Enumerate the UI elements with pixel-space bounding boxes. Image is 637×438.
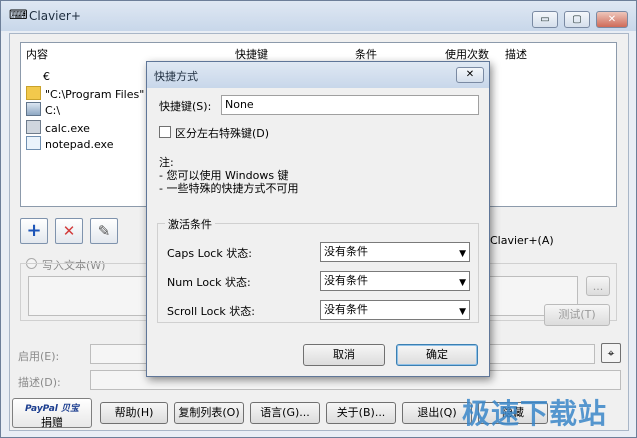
help-button[interactable]: 帮助(H) [100, 402, 168, 424]
title-bar[interactable]: ⌨ Clavier+ ▭ ▢ ✕ [1, 1, 636, 31]
num-lock-select[interactable]: 没有条件 ▼ [320, 271, 470, 291]
drive-icon [26, 102, 41, 116]
column-header-condition[interactable]: 条件 [355, 46, 377, 62]
folder-icon [26, 86, 41, 100]
ok-button[interactable]: 确定 [396, 344, 478, 366]
paypal-logo: PayPal 贝宝 [25, 404, 79, 414]
distinguish-checkbox[interactable] [159, 126, 171, 138]
description-label: 描述(D): [18, 376, 61, 389]
scroll-lock-label: Scroll Lock 状态: [167, 305, 255, 318]
scroll-lock-select[interactable]: 没有条件 ▼ [320, 300, 470, 320]
paypal-donate-button[interactable]: PayPal 贝宝 捐赠 [12, 398, 92, 429]
shortcut-dialog: 快捷方式 ✕ 快捷键(S): None 区分左右特殊键(D) 注: - 您可以使… [146, 61, 490, 377]
column-header-count[interactable]: 使用次数 [445, 46, 489, 62]
shortcut-label: 快捷键(S): [159, 100, 212, 113]
dialog-close-button[interactable]: ✕ [456, 67, 484, 83]
list-item[interactable]: calc.exe [26, 120, 90, 136]
dialog-title-bar[interactable]: 快捷方式 ✕ [147, 62, 489, 88]
add-button[interactable]: + [20, 218, 48, 244]
column-header-content[interactable]: 内容 [26, 46, 48, 62]
language-button[interactable]: 语言(G)... [250, 402, 320, 424]
activation-title: 激活条件 [165, 216, 215, 232]
minimize-button[interactable]: ▭ [532, 11, 558, 28]
notepad-icon [26, 136, 41, 150]
target-icon[interactable]: ⌖ [601, 343, 621, 363]
calculator-icon [26, 120, 41, 134]
browse-button[interactable]: ... [586, 276, 610, 296]
list-item[interactable]: C:\ [26, 102, 60, 118]
dialog-title: 快捷方式 [154, 70, 198, 83]
cancel-button[interactable]: 取消 [303, 344, 385, 366]
chevron-down-icon: ▼ [459, 278, 466, 288]
chevron-down-icon: ▼ [459, 307, 466, 317]
edit-button[interactable]: ✎ [90, 218, 118, 244]
about-button[interactable]: 关于(B)... [326, 402, 396, 424]
site-watermark: 极速下载站 [462, 397, 608, 430]
list-item[interactable]: "C:\Program Files" [26, 86, 144, 102]
note-line-2: - 一些特殊的快捷方式不可用 [159, 182, 299, 195]
copy-list-button[interactable]: 复制列表(O) [174, 402, 244, 424]
caps-lock-label: Caps Lock 状态: [167, 247, 252, 260]
chevron-down-icon: ▼ [459, 249, 466, 259]
clavier-shortcut-label: Clavier+(A) [490, 234, 554, 247]
list-item[interactable]: notepad.exe [26, 136, 114, 152]
delete-button[interactable]: ✕ [55, 218, 83, 244]
distinguish-label: 区分左右特殊键(D) [175, 127, 270, 140]
list-item[interactable]: € [26, 70, 50, 86]
column-header-description[interactable]: 描述 [505, 46, 527, 62]
close-button[interactable]: ✕ [596, 11, 628, 28]
test-button[interactable]: 测试(T) [544, 304, 610, 326]
num-lock-label: Num Lock 状态: [167, 276, 251, 289]
keyboard-icon: ⌨ [9, 8, 28, 23]
enable-label: 启用(E): [18, 350, 60, 363]
column-header-shortcut[interactable]: 快捷键 [235, 46, 268, 62]
maximize-button[interactable]: ▢ [564, 11, 590, 28]
caps-lock-select[interactable]: 没有条件 ▼ [320, 242, 470, 262]
window-title: Clavier+ [29, 9, 81, 23]
blank-icon [26, 70, 39, 82]
donate-label: 捐赠 [41, 416, 63, 429]
shortcut-input[interactable]: None [221, 95, 479, 115]
